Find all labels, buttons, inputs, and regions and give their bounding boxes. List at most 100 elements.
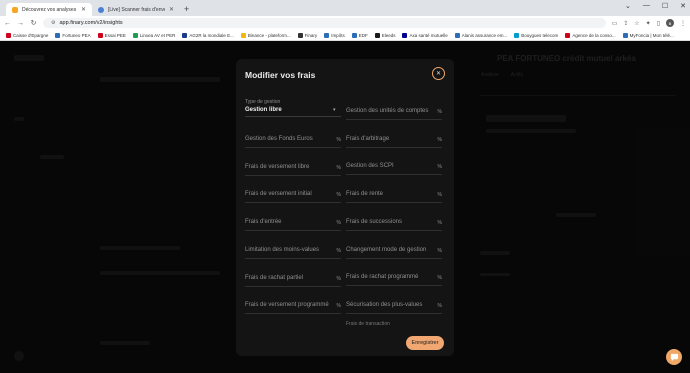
percent-unit: % (336, 303, 341, 310)
browser-tab-live[interactable]: [Live] Scanner frais d'envelopp... ✕ (92, 3, 180, 16)
fee-field-label: Frais de successions (346, 218, 403, 225)
fee-field-label: Frais de versement initial (245, 191, 312, 198)
bookmark-favicon-icon (97, 32, 103, 38)
bookmark-favicon-icon (454, 32, 460, 38)
select-underline (245, 116, 341, 117)
fee-field-label: Gestion des unités de comptes (346, 108, 429, 114)
fee-input-field[interactable]: Frais de rente% (346, 189, 442, 204)
bookmark-label: Impôts (331, 32, 345, 38)
bookmark-item[interactable]: Alanis assurance em... (454, 32, 508, 38)
share-icon[interactable]: ⇪ (623, 20, 628, 27)
bookmark-label: Axa santé mutuelle (409, 32, 448, 38)
menu-icon[interactable]: ⋮ (680, 20, 686, 27)
fee-input-field[interactable]: Frais de versement libre% (245, 162, 341, 176)
window-controls: ⌄ — ☐ ✕ (625, 2, 686, 10)
fee-field-label: Gestion des Fonds Euros (245, 136, 313, 142)
bookmark-item[interactable]: Bouygues telecom (514, 32, 558, 38)
bookmark-label: Binance - plateform... (247, 32, 291, 38)
browser-tab-finary[interactable]: Découvrez vos analyses | Finary ✕ (6, 3, 92, 16)
bookmark-item[interactable]: AG2R la mondiale E... (182, 32, 234, 38)
close-window-icon[interactable]: ✕ (680, 2, 686, 10)
chevron-down-icon[interactable]: ▾ (333, 107, 336, 113)
tab-title: [Live] Scanner frais d'envelopp... (108, 6, 165, 13)
bookmark-item[interactable]: Impôts (324, 32, 345, 38)
percent-unit: % (437, 164, 442, 171)
bookmark-favicon-icon (351, 32, 357, 38)
bookmark-favicon-icon (514, 32, 520, 38)
fee-input-field[interactable]: Gestion des Fonds Euros% (245, 134, 341, 148)
fee-field-label: Sécurisation des plus-values (346, 301, 423, 308)
chat-widget-button[interactable] (666, 349, 682, 365)
bookmark-label: Caisse d'Epargne (13, 32, 49, 38)
bookmark-item[interactable]: Eleeds (374, 32, 395, 38)
profile-avatar[interactable]: B (666, 19, 674, 27)
bookmark-label: Agence de la conso... (572, 32, 616, 38)
bookmark-label: Essai PEE (104, 32, 126, 38)
site-info-icon[interactable]: ⚙ (51, 20, 55, 26)
minimize-icon[interactable]: — (643, 2, 650, 10)
bookmark-favicon-icon (297, 32, 303, 38)
url-input[interactable]: ⚙ app.finary.com/v2/insights (43, 18, 606, 28)
maximize-icon[interactable]: ☐ (662, 2, 668, 10)
bookmark-item[interactable]: MyFoncia | Mon télé... (622, 32, 674, 38)
bookmark-label: Finary (304, 32, 318, 38)
fee-field-label: Frais de rachat partiel (245, 274, 304, 281)
fee-input-field[interactable]: Frais de successions% (346, 217, 442, 231)
save-button[interactable]: Enregistrer (406, 336, 444, 350)
bookmark-item[interactable]: Linxea AV et PER (132, 32, 175, 38)
percent-unit: % (437, 136, 442, 143)
reload-icon[interactable]: ↻ (30, 19, 37, 27)
fee-input-field[interactable]: Frais d'entrée% (245, 217, 341, 232)
bookmark-item[interactable]: Axa santé mutuelle (402, 32, 448, 38)
forward-icon[interactable]: → (17, 20, 24, 27)
modal-title: Modifier vos frais (245, 70, 316, 80)
tab-favicon-icon (98, 6, 104, 13)
percent-unit: % (336, 192, 341, 199)
bookmark-star-icon[interactable]: ☆ (634, 20, 639, 27)
fee-input-field[interactable]: Frais de versement programmé% (245, 300, 341, 315)
bookmark-label: MyFoncia | Mon télé... (629, 32, 674, 38)
chat-icon (670, 353, 678, 361)
bookmark-item[interactable]: Fortuneo PEA (55, 32, 91, 38)
tab-title: Découvrez vos analyses | Finary (22, 6, 77, 13)
fee-field-label: Frais de versement libre (245, 163, 310, 170)
bookmark-favicon-icon (324, 32, 330, 38)
fee-input-field[interactable]: Gestion des unités de comptes% (346, 106, 442, 120)
percent-unit: % (336, 247, 341, 254)
bookmark-item[interactable]: Essai PEE (97, 32, 126, 38)
new-tab-icon[interactable]: + (184, 4, 189, 14)
toolbar-icons: ▭ ⇪ ☆ ✦ ▯ B ⋮ (612, 19, 686, 27)
back-icon[interactable]: ← (4, 20, 11, 27)
bookmark-label: AG2R la mondiale E... (189, 32, 234, 38)
bookmark-item[interactable]: Finary (297, 32, 318, 38)
percent-unit: % (336, 275, 341, 282)
bookmarks-bar: Caisse d'Epargne Fortuneo PEA Essai PEE Lin… (0, 30, 690, 41)
fee-input-field[interactable]: Frais d'arbitrage% (346, 134, 442, 148)
cast-icon[interactable]: ▭ (612, 20, 618, 27)
browser-tab-bar: Découvrez vos analyses | Finary ✕ [Live]… (0, 0, 690, 16)
bookmark-item[interactable]: EDF (351, 32, 368, 38)
management-type-select[interactable]: Gestion libre (245, 107, 282, 113)
fee-input-field[interactable]: Gestion des SCPI% (346, 161, 442, 176)
fee-input-field[interactable]: Frais de rachat partiel% (245, 273, 341, 287)
close-icon: ✕ (435, 71, 442, 77)
bookmark-item[interactable]: Caisse d'Epargne (6, 32, 49, 38)
bookmark-item[interactable]: Binance - plateform... (240, 32, 291, 38)
close-tab-icon[interactable]: ✕ (81, 6, 86, 13)
fee-input-field[interactable]: Changement mode de gestion% (346, 245, 442, 259)
sidebar-icon[interactable]: ▯ (657, 20, 660, 27)
extensions-icon[interactable]: ✦ (646, 20, 651, 27)
finary-favicon-icon (12, 6, 18, 13)
fee-input-field[interactable]: Frais de rachat programmé% (346, 272, 442, 287)
fee-input-field[interactable]: Sécurisation des plus-values% (346, 300, 442, 314)
bookmark-favicon-icon (182, 32, 188, 38)
fee-input-field[interactable]: Frais de versement initial% (245, 189, 341, 204)
fee-input-field[interactable]: Limitation des moins-values% (245, 245, 341, 259)
close-tab-icon[interactable]: ✕ (169, 6, 174, 13)
tab-search-icon[interactable]: ⌄ (625, 2, 631, 10)
percent-unit: % (437, 219, 442, 226)
bookmark-label: Alanis assurance em... (461, 32, 508, 38)
fee-field-label: Frais de rachat programmé (346, 274, 419, 281)
close-modal-button[interactable]: ✕ (432, 67, 445, 80)
bookmark-item[interactable]: Agence de la conso... (565, 32, 616, 38)
